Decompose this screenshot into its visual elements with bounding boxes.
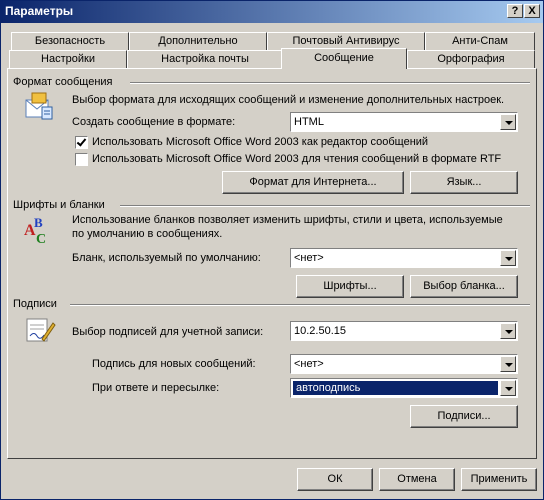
help-button[interactable]: ? — [507, 4, 523, 18]
fonts-description-line1: Использование бланков позволяет изменить… — [72, 214, 503, 226]
tab-settings[interactable]: Настройки — [9, 50, 127, 68]
close-button[interactable]: X — [524, 4, 540, 18]
message-format-icon — [25, 92, 53, 120]
window-title: Параметры — [5, 4, 74, 18]
fonts-divider — [120, 205, 530, 207]
signatures-divider — [70, 304, 530, 306]
chevron-down-icon[interactable] — [500, 380, 516, 396]
title-bar[interactable]: Параметры ? X — [1, 1, 543, 23]
ok-button[interactable]: ОК — [297, 468, 373, 491]
replies-signature-label: При ответе и пересылке: — [92, 382, 220, 394]
create-format-dropdown[interactable]: HTML — [290, 112, 518, 132]
chevron-down-icon[interactable] — [500, 250, 516, 266]
chevron-down-icon[interactable] — [500, 323, 516, 339]
internet-format-button[interactable]: Формат для Интернета... — [222, 171, 404, 194]
select-stationery-button[interactable]: Выбор бланка... — [410, 275, 518, 298]
new-messages-signature-value: <нет> — [294, 358, 324, 370]
tab-message[interactable]: Сообщение — [281, 48, 407, 69]
svg-text:C: C — [36, 232, 46, 245]
tab-mail-setup[interactable]: Настройка почты — [127, 50, 283, 68]
tab-advanced[interactable]: Дополнительно — [129, 32, 267, 50]
new-messages-signature-label: Подпись для новых сообщений: — [92, 358, 256, 370]
use-word-editor-checkbox[interactable] — [75, 136, 88, 149]
apply-button[interactable]: Применить — [461, 468, 537, 491]
stationery-abc-icon: A B C — [24, 215, 46, 245]
options-dialog: Параметры ? X Безопасность Дополнительно… — [0, 0, 544, 500]
default-stationery-label: Бланк, используемый по умолчанию: — [72, 252, 261, 264]
signatures-button[interactable]: Подписи... — [410, 405, 518, 428]
use-word-reader-checkbox[interactable] — [75, 153, 88, 166]
chevron-down-icon[interactable] — [500, 356, 516, 372]
format-divider — [130, 82, 530, 84]
svg-text:B: B — [34, 215, 43, 230]
tab-spelling[interactable]: Орфография — [407, 50, 535, 68]
signatures-section-title: Подписи — [13, 298, 57, 310]
account-signatures-label: Выбор подписей для учетной записи: — [72, 326, 264, 338]
use-word-editor-label[interactable]: Использовать Microsoft Office Word 2003 … — [92, 136, 428, 148]
fonts-section-title: Шрифты и бланки — [13, 199, 105, 211]
cancel-button[interactable]: Отмена — [379, 468, 455, 491]
tab-antispam[interactable]: Анти-Спам — [425, 32, 535, 50]
fonts-button[interactable]: Шрифты... — [296, 275, 404, 298]
message-tab-panel: Формат сообщения Выбор формата для исход… — [7, 68, 537, 459]
account-dropdown[interactable]: 10.2.50.15 — [290, 321, 518, 341]
replies-signature-dropdown[interactable]: автоподпись — [290, 378, 518, 398]
format-description: Выбор формата для исходящих сообщений и … — [72, 94, 505, 106]
create-format-label: Создать сообщение в формате: — [72, 116, 236, 128]
default-stationery-value: <нет> — [294, 252, 324, 264]
use-word-reader-label[interactable]: Использовать Microsoft Office Word 2003 … — [92, 153, 501, 165]
chevron-down-icon[interactable] — [500, 114, 516, 130]
signature-pen-icon — [26, 318, 56, 342]
replies-signature-value: автоподпись — [293, 381, 498, 395]
language-button[interactable]: Язык... — [410, 171, 518, 194]
format-section-title: Формат сообщения — [13, 76, 113, 88]
new-messages-signature-dropdown[interactable]: <нет> — [290, 354, 518, 374]
create-format-value: HTML — [294, 116, 324, 128]
account-value: 10.2.50.15 — [294, 325, 346, 337]
default-stationery-dropdown[interactable]: <нет> — [290, 248, 518, 268]
fonts-description-line2: по умолчанию в сообщениях. — [72, 228, 223, 240]
tab-security[interactable]: Безопасность — [11, 32, 129, 50]
